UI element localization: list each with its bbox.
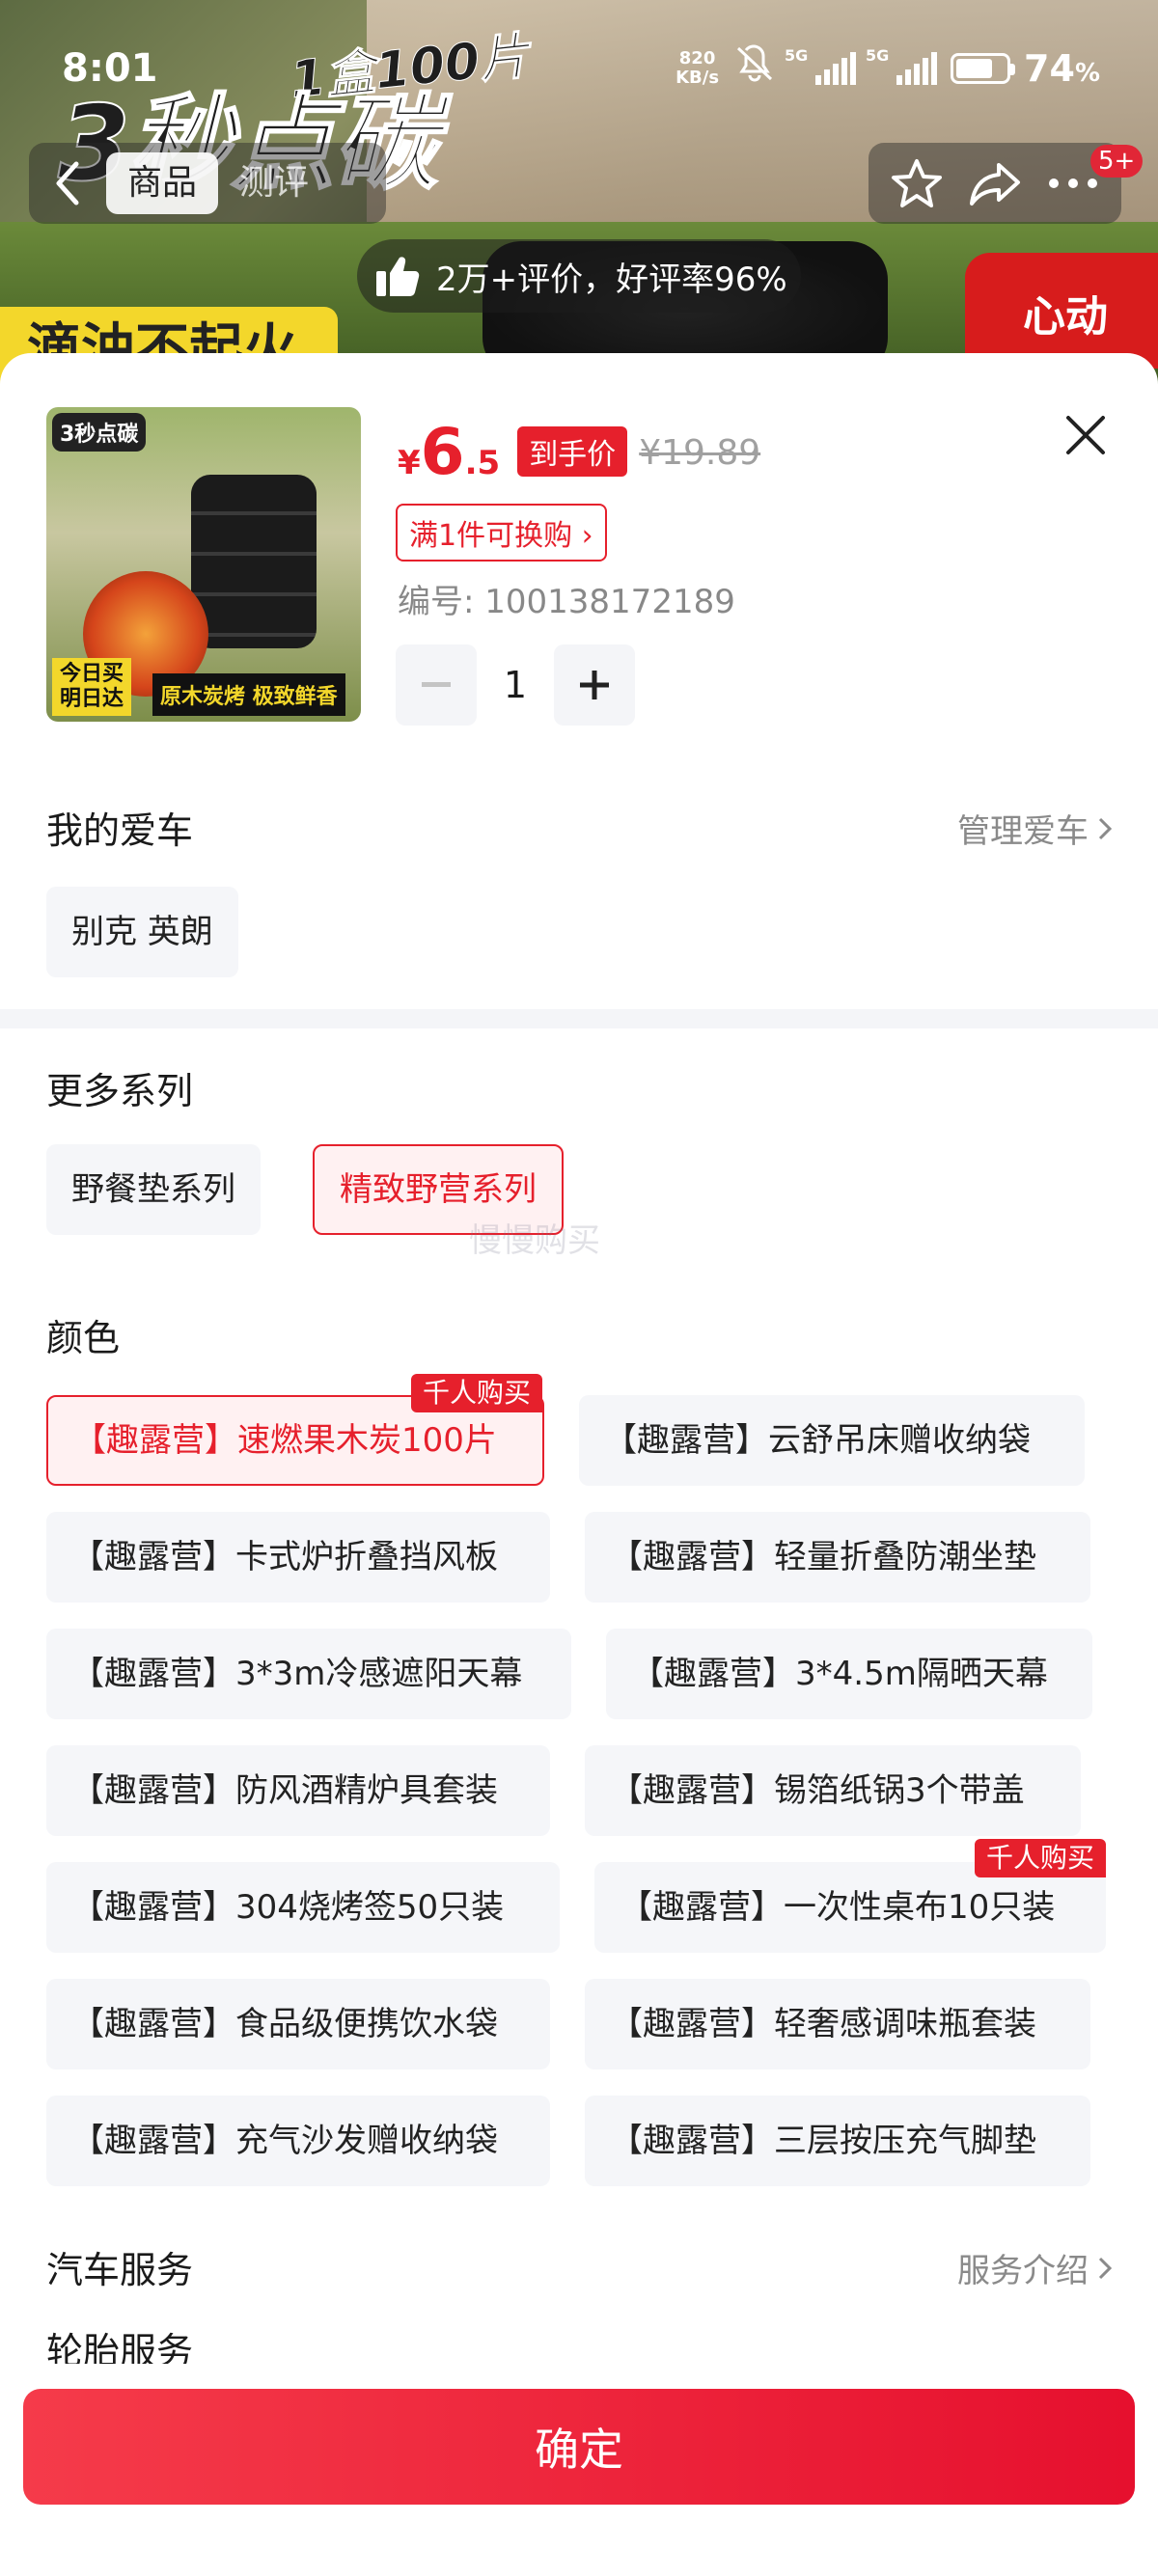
- hot-sale-badge: 千人购买: [974, 1839, 1106, 1877]
- top-nav-left: 商品 测评: [29, 143, 386, 224]
- plus-icon: [580, 671, 609, 699]
- sku-selector-sheet: 3秒点碳 今日买 明日达 原木炭烤 极致鲜香 ¥ 6 .5 到手价 ¥19.89 …: [0, 353, 1158, 2576]
- color-option[interactable]: 【趣露营】3*3m冷感遮阳天幕: [46, 1629, 571, 1719]
- status-bar: 8:01 820 KB/s 5G 5G 74%: [0, 0, 1158, 135]
- swap-purchase-button[interactable]: 满1件可换购 ›: [396, 504, 607, 562]
- original-price: ¥19.89: [639, 433, 761, 473]
- back-arrow-icon: [56, 161, 79, 206]
- status-time: 8:01: [62, 46, 158, 91]
- color-option[interactable]: 【趣露营】充气沙发赠收纳袋: [46, 2096, 550, 2186]
- price-decimal: .5: [464, 444, 501, 482]
- hero-right-tag: 心动: [965, 253, 1158, 369]
- quantity-value[interactable]: 1: [477, 664, 554, 706]
- battery-level: 74%: [1024, 46, 1100, 90]
- final-price-tag: 到手价: [517, 426, 628, 477]
- watermark: 慢慢购买: [469, 1221, 600, 1260]
- favorite-button[interactable]: [886, 152, 948, 214]
- signal-icon-sim1: 5G: [785, 46, 857, 85]
- color-option[interactable]: 【趣露营】云舒吊床赠收纳袋: [579, 1395, 1085, 1486]
- signal-icon-sim2: 5G: [866, 46, 938, 85]
- back-button[interactable]: [29, 143, 106, 224]
- color-option[interactable]: 【趣露营】轻奢感调味瓶套装: [585, 1979, 1090, 2069]
- close-button[interactable]: [1052, 401, 1119, 469]
- color-option[interactable]: 【趣露营】速燃果木炭100片 千人购买: [46, 1374, 544, 1486]
- share-button[interactable]: [964, 152, 1026, 214]
- top-nav-right: [868, 143, 1121, 224]
- chevron-right-icon: [1098, 2257, 1112, 2279]
- car-chip[interactable]: 别克 英朗: [46, 887, 238, 977]
- color-option[interactable]: 【趣露营】防风酒精炉具套装: [46, 1745, 550, 1836]
- color-option[interactable]: 【趣露营】三层按压充气脚垫: [585, 2096, 1090, 2186]
- thumb-slogan: 原木炭烤 极致鲜香: [152, 673, 345, 716]
- price-row: ¥ 6 .5 到手价 ¥19.89: [398, 419, 760, 486]
- battery-icon: [951, 52, 1016, 84]
- hot-sale-badge: 千人购买: [410, 1374, 542, 1412]
- color-option[interactable]: 【趣露营】锡箔纸锅3个带盖: [585, 1745, 1081, 1836]
- service-intro-link[interactable]: 服务介绍: [957, 2244, 1112, 2291]
- thumb-charcoal-stack: [191, 475, 317, 648]
- section-divider: [0, 1009, 1158, 1028]
- sku-code: 编号: 100138172189: [398, 583, 735, 621]
- my-car-title: 我的爱车: [46, 809, 194, 852]
- color-option[interactable]: 【趣露营】一次性桌布10只装 千人购买: [594, 1839, 1106, 1953]
- net-speed: 820 KB/s: [676, 47, 720, 88]
- price-integer: 6: [420, 415, 465, 489]
- tire-service-title: 轮胎服务: [46, 2330, 194, 2364]
- review-summary: 2万+评价，好评率96%: [436, 260, 787, 299]
- thumb-top-tag: 3秒点碳: [52, 413, 147, 452]
- message-badge: 5+: [1090, 145, 1144, 178]
- tab-product[interactable]: 商品: [106, 152, 219, 214]
- car-service-title: 汽车服务: [46, 2249, 194, 2291]
- share-icon: [969, 163, 1020, 206]
- chevron-right-icon: [1098, 817, 1112, 839]
- series-title: 更多系列: [46, 1070, 194, 1112]
- minus-icon: [422, 682, 451, 687]
- product-thumbnail: 3秒点碳 今日买 明日达 原木炭烤 极致鲜香: [46, 407, 361, 722]
- increase-button[interactable]: [554, 644, 635, 726]
- thumbs-up-icon: [371, 249, 425, 303]
- color-title: 颜色: [46, 1317, 121, 1359]
- manage-car-link[interactable]: 管理爱车: [957, 805, 1112, 852]
- quantity-stepper: 1: [396, 644, 635, 726]
- color-option[interactable]: 【趣露营】轻量折叠防潮坐垫: [585, 1512, 1090, 1603]
- color-option[interactable]: 【趣露营】卡式炉折叠挡风板: [46, 1512, 550, 1603]
- series-chip-picnic-mat[interactable]: 野餐垫系列: [46, 1144, 261, 1235]
- color-option[interactable]: 【趣露营】食品级便携饮水袋: [46, 1979, 550, 2069]
- thumb-delivery-tag: 今日买 明日达: [52, 658, 132, 716]
- more-dots-icon: [1048, 178, 1097, 188]
- confirm-button[interactable]: 确定: [23, 2389, 1135, 2505]
- star-icon: [892, 159, 943, 207]
- tab-review[interactable]: 测评: [218, 152, 330, 214]
- price-symbol: ¥: [398, 444, 421, 482]
- color-option[interactable]: 【趣露营】304烧烤签50只装: [46, 1862, 560, 1953]
- close-icon: [1066, 416, 1105, 454]
- review-banner[interactable]: 2万+评价，好评率96%: [357, 239, 801, 313]
- color-option[interactable]: 【趣露营】3*4.5m隔晒天幕: [606, 1629, 1092, 1719]
- decrease-button[interactable]: [396, 644, 477, 726]
- mute-icon: [732, 44, 775, 92]
